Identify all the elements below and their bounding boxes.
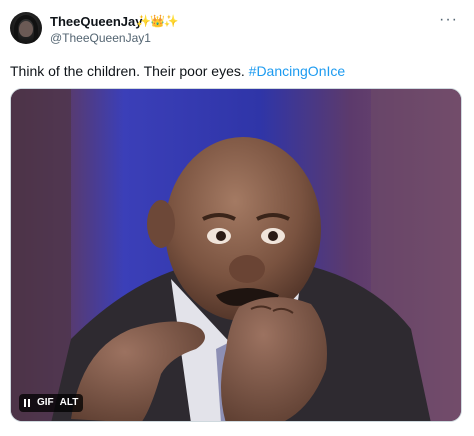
hashtag-link[interactable]: #DancingOnIce [249,63,346,79]
more-options-icon[interactable]: ··· [439,12,458,28]
gif-controls: GIF ALT [19,394,84,412]
sparkle-crown-emoji-badges: ✨👑✨ [136,14,179,28]
tweet-text: Think of the children. Their poor eyes. … [10,62,345,80]
tweet-body-text: Think of the children. Their poor eyes. [10,63,249,79]
avatar-face [19,21,33,37]
gif-badge: GIF [37,397,54,408]
tweet-card: TheeQueenJay ✨👑✨ @TheeQueenJay1 ··· Thin… [0,0,474,436]
display-name[interactable]: TheeQueenJay [50,14,143,30]
avatar[interactable] [10,12,42,44]
alt-text-button[interactable]: ALT [60,394,79,412]
gif-frame-image [11,89,461,421]
pause-icon[interactable] [24,399,31,407]
gif-media[interactable]: GIF ALT [10,88,462,422]
user-handle[interactable]: @TheeQueenJay1 [50,31,151,46]
